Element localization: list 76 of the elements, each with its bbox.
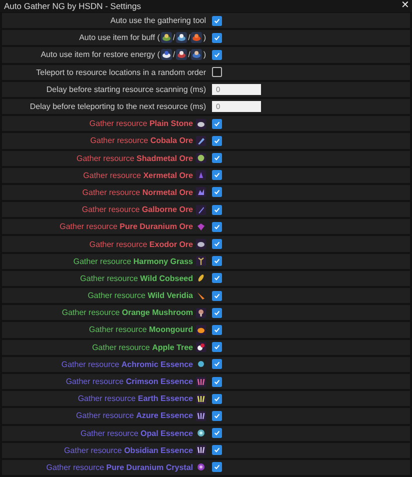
checkbox[interactable] [212,222,222,232]
resource-label: Gather resource Pure Duranium Crystal [46,462,193,472]
resource-label: Gather resource Galborne Ore [82,205,193,214]
checkbox[interactable] [212,256,222,266]
checkbox[interactable] [212,187,222,198]
checkbox[interactable] [212,290,222,301]
checkbox[interactable] [212,410,222,421]
setting-label: / [188,50,190,60]
shard-icon [196,410,206,421]
setting-label: Auto use item for buff ( [79,33,160,42]
resource-label: Gather resource Harmony Grass [73,256,193,266]
orb-icon [196,359,206,370]
setting-label: Teleport to resource locations in a random order [36,68,206,77]
resource-label: Gather resource Opal Essence [80,428,193,438]
orb-icon [196,428,206,438]
checkbox[interactable] [212,239,222,250]
checkbox[interactable] [212,204,222,215]
checkbox[interactable] [212,428,222,438]
gem-icon [196,222,206,232]
resource-label: Gather resource Wild Veridia [88,291,193,300]
setting-label: / [188,33,190,42]
setting-label: / [172,33,176,42]
checkbox[interactable] [212,376,222,387]
checkbox[interactable] [212,324,222,335]
resource-label: Gather resource Moongourd [88,325,193,334]
checkbox[interactable] [212,32,222,43]
setting-label: Auto use the gathering tool [110,16,206,26]
checkbox[interactable] [212,342,222,352]
shard-icon [196,445,206,456]
carrot-icon [196,290,206,301]
resource-label: Gather resource Wild Cobseed [80,274,193,283]
resource-label: Gather resource Obsidian Essence [64,446,193,455]
setting-label: ) [203,50,206,60]
resource-label: Gather resource Xermetal Ore [83,170,193,180]
mushroom-icon [196,308,206,318]
shard-icon [196,376,206,387]
orb-icon [196,462,206,472]
resource-label: Gather resource Cobala Ore [90,136,193,146]
close-button[interactable]: ✕ [401,1,409,11]
corn-icon [196,273,206,284]
setting-label: Delay before teleporting to the next resource (ms) [30,102,206,112]
checkbox[interactable] [212,445,222,456]
resource-label: Gather resource Achromic Essence [61,360,193,369]
rock-icon [196,118,206,129]
rock-icon [196,239,206,250]
resource-label: Gather resource Azure Essence [76,411,193,420]
checkbox[interactable] [212,16,222,26]
resource-label: Gather resource Plain Stone [89,119,193,128]
window-title: Auto Gather NG by HSDN - Settings [4,1,141,11]
setting-label: ) [203,33,206,42]
setting-label: Delay before starting resource scanning (ms) [46,84,206,94]
checkbox[interactable] [212,153,222,164]
resource-label: Gather resource Shadmetal Ore [76,154,193,163]
pumpkin-icon [196,324,206,335]
shard-icon [196,394,206,404]
setting-label: Auto use item for restore energy ( [40,50,160,60]
checkbox[interactable] [212,273,222,284]
checkbox[interactable] [212,50,222,60]
checkbox[interactable] [212,67,222,78]
checkbox[interactable] [212,462,222,472]
checkbox[interactable] [212,394,222,404]
checkbox[interactable] [212,136,222,146]
checkbox[interactable] [212,308,222,318]
resource-label: Gather resource Normetal Ore [82,188,193,197]
resource-label: Gather resource Earth Essence [78,394,193,404]
resource-label: Gather resource Crimson Essence [66,377,193,386]
resource-label: Gather resource Exodor Ore [89,240,193,249]
checkbox[interactable] [212,170,222,180]
sprout-icon [196,256,206,266]
checkbox[interactable] [212,359,222,370]
apple-icon [196,342,206,352]
resource-label: Gather resource Pure Duranium Ore [60,222,193,232]
resource-label: Gather resource Orange Mushroom [62,308,193,318]
checkbox[interactable] [212,118,222,129]
resource-label: Gather resource Apple Tree [92,342,193,352]
setting-label: / [172,50,176,60]
